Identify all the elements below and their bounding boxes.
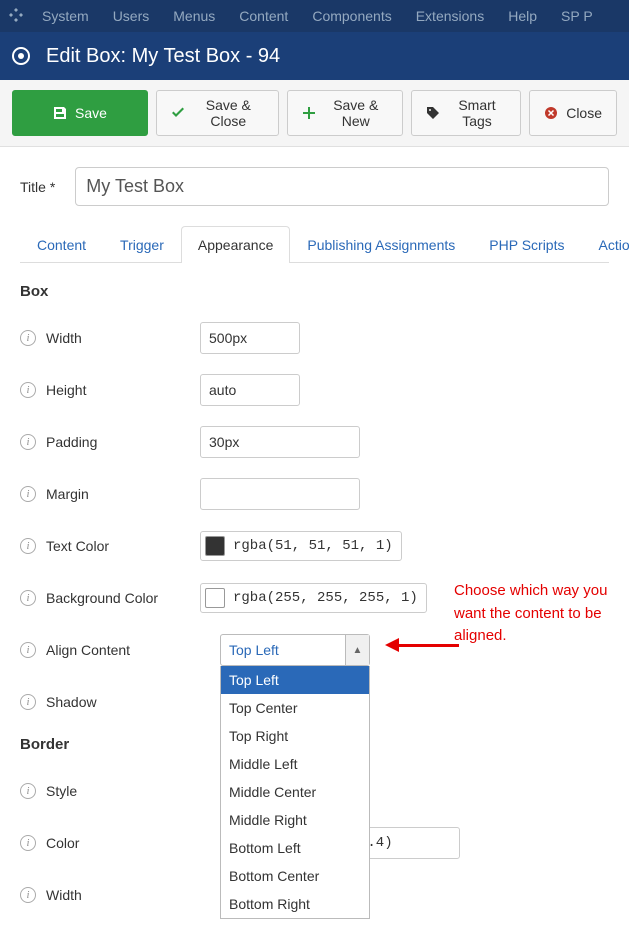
align-option-bottom-right[interactable]: Bottom Right	[221, 890, 369, 918]
padding-label: Padding	[46, 434, 97, 450]
info-icon[interactable]: i	[20, 783, 36, 799]
title-label: Title *	[20, 179, 55, 195]
padding-input[interactable]	[200, 426, 360, 458]
plus-icon	[302, 106, 316, 120]
height-label: Height	[46, 382, 86, 398]
info-icon[interactable]: i	[20, 538, 36, 554]
align-option-bottom-left[interactable]: Bottom Left	[221, 834, 369, 862]
topbar-menus[interactable]: Menus	[163, 8, 225, 24]
align-content-dropdown: Top Left Top Center Top Right Middle Lef…	[220, 666, 370, 919]
title-input[interactable]	[75, 167, 609, 206]
title-field-row: Title *	[20, 167, 609, 206]
close-icon	[544, 106, 558, 120]
save-close-label: Save & Close	[193, 97, 264, 129]
box-section-header: Box	[20, 283, 609, 300]
tab-php-scripts[interactable]: PHP Scripts	[472, 226, 581, 263]
bg-color-swatch	[205, 588, 225, 608]
topbar-components[interactable]: Components	[302, 8, 401, 24]
tag-icon	[426, 106, 440, 120]
info-icon[interactable]: i	[20, 694, 36, 710]
border-style-label: Style	[46, 783, 77, 799]
align-option-top-left[interactable]: Top Left	[221, 666, 369, 694]
topbar-spp[interactable]: SP P	[551, 8, 603, 24]
info-icon[interactable]: i	[20, 590, 36, 606]
action-toolbar: Save Save & Close Save & New Smart Tags …	[0, 80, 629, 147]
info-icon[interactable]: i	[20, 486, 36, 502]
tab-trigger[interactable]: Trigger	[103, 226, 181, 263]
check-icon	[171, 106, 185, 120]
close-label: Close	[566, 105, 602, 121]
save-icon	[53, 106, 67, 120]
topbar-system[interactable]: System	[32, 8, 99, 24]
align-option-middle-left[interactable]: Middle Left	[221, 750, 369, 778]
smart-tags-label: Smart Tags	[448, 97, 506, 129]
info-icon[interactable]: i	[20, 434, 36, 450]
width-row: i Width	[20, 320, 609, 356]
align-content-select[interactable]: Top Left ▲	[220, 634, 370, 666]
tab-appearance[interactable]: Appearance	[181, 226, 291, 263]
topbar-extensions[interactable]: Extensions	[406, 8, 494, 24]
align-option-middle-right[interactable]: Middle Right	[221, 806, 369, 834]
topbar-users[interactable]: Users	[103, 8, 160, 24]
page-title-bar: Edit Box: My Test Box - 94	[0, 32, 629, 80]
tab-publishing[interactable]: Publishing Assignments	[290, 226, 472, 263]
margin-row: i Margin	[20, 476, 609, 512]
align-option-middle-center[interactable]: Middle Center	[221, 778, 369, 806]
target-icon	[12, 47, 30, 65]
topbar-help[interactable]: Help	[498, 8, 547, 24]
align-option-top-right[interactable]: Top Right	[221, 722, 369, 750]
smart-tags-button[interactable]: Smart Tags	[411, 90, 521, 136]
joomla-logo-icon	[8, 7, 24, 26]
margin-input[interactable]	[200, 478, 360, 510]
save-label: Save	[75, 105, 107, 121]
text-color-row: i Text Color rgba(51, 51, 51, 1)	[20, 528, 609, 564]
save-new-button[interactable]: Save & New	[287, 90, 403, 136]
save-new-label: Save & New	[324, 97, 388, 129]
align-content-label: Align Content	[46, 642, 130, 658]
topbar-content[interactable]: Content	[229, 8, 298, 24]
info-icon[interactable]: i	[20, 835, 36, 851]
info-icon[interactable]: i	[20, 330, 36, 346]
arrow-head-icon	[385, 638, 399, 652]
width-input[interactable]	[200, 322, 300, 354]
text-color-value: rgba(51, 51, 51, 1)	[233, 538, 393, 554]
align-option-bottom-center[interactable]: Bottom Center	[221, 862, 369, 890]
tab-content[interactable]: Content	[20, 226, 103, 263]
height-row: i Height	[20, 372, 609, 408]
bg-color-value: rgba(255, 255, 255, 1)	[233, 590, 418, 606]
info-icon[interactable]: i	[20, 382, 36, 398]
page-title: Edit Box: My Test Box - 94	[46, 45, 280, 68]
align-content-row: i Align Content Top Left ▲ Top Left Top …	[20, 632, 609, 668]
text-color-input[interactable]: rgba(51, 51, 51, 1)	[200, 531, 402, 561]
save-button[interactable]: Save	[12, 90, 148, 136]
text-color-label: Text Color	[46, 538, 109, 554]
align-option-top-center[interactable]: Top Center	[221, 694, 369, 722]
save-close-button[interactable]: Save & Close	[156, 90, 279, 136]
info-icon[interactable]: i	[20, 887, 36, 903]
tabs: Content Trigger Appearance Publishing As…	[20, 226, 609, 263]
border-color-label: Color	[46, 835, 79, 851]
info-icon[interactable]: i	[20, 642, 36, 658]
arrow-line	[399, 644, 459, 647]
annotation-arrow	[385, 638, 459, 652]
text-color-swatch	[205, 536, 225, 556]
bg-color-input[interactable]: rgba(255, 255, 255, 1)	[200, 583, 427, 613]
admin-topbar: System Users Menus Content Components Ex…	[0, 0, 629, 32]
shadow-label: Shadow	[46, 694, 97, 710]
bg-color-label: Background Color	[46, 590, 158, 606]
margin-label: Margin	[46, 486, 89, 502]
border-width-label: Width	[46, 887, 82, 903]
padding-row: i Padding	[20, 424, 609, 460]
width-label: Width	[46, 330, 82, 346]
height-input[interactable]	[200, 374, 300, 406]
close-button[interactable]: Close	[529, 90, 617, 136]
tab-actions[interactable]: Actions	[581, 226, 629, 263]
align-content-selected: Top Left	[221, 635, 345, 665]
chevron-up-icon: ▲	[345, 635, 369, 665]
